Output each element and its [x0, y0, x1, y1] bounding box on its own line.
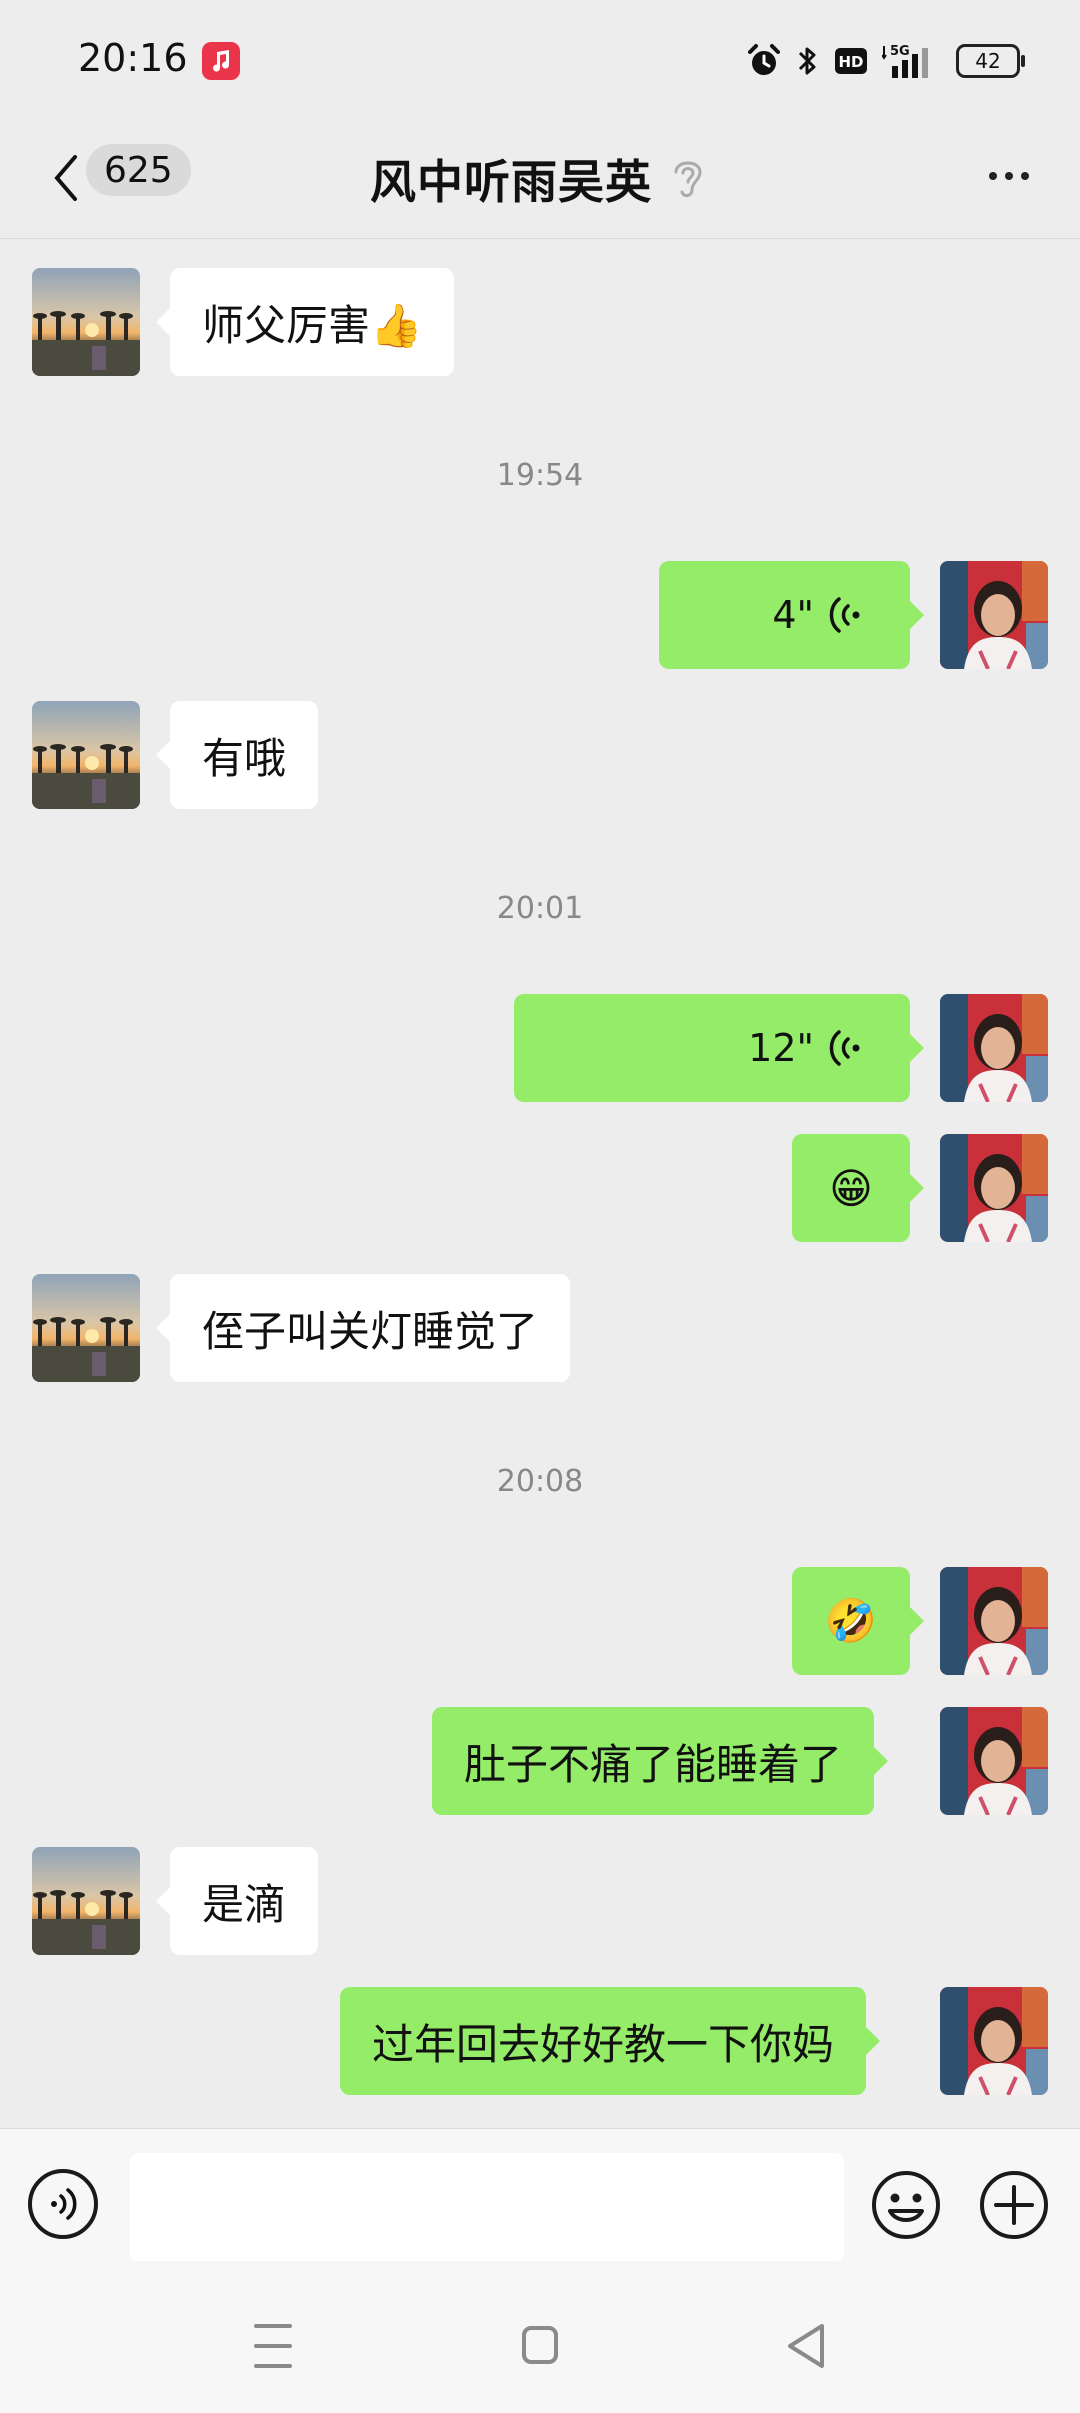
- hd-icon: HD: [835, 48, 867, 74]
- outgoing-message[interactable]: 过年回去好好教一下你妈: [340, 1987, 881, 2095]
- music-app-icon: [202, 42, 240, 80]
- incoming-message[interactable]: 侄子叫关灯睡觉了: [155, 1274, 571, 1382]
- emoji-button[interactable]: [870, 2169, 942, 2241]
- ear-icon: [674, 161, 702, 198]
- message-text: 侄子叫关灯睡觉了: [202, 1306, 539, 1356]
- laughing-crying-emoji-icon: 🤣: [824, 1596, 878, 1645]
- outgoing-voice-message[interactable]: 4": [659, 561, 924, 669]
- voice-duration: 12": [748, 1026, 814, 1070]
- home-icon[interactable]: [522, 2326, 558, 2364]
- more-options-button[interactable]: [974, 148, 1044, 204]
- my-avatar[interactable]: [940, 1707, 1048, 1815]
- message-text: 师父厉害👍: [202, 300, 423, 350]
- bluetooth-icon: [798, 47, 816, 75]
- incoming-message[interactable]: 师父厉害👍: [155, 268, 455, 376]
- menu-icon[interactable]: [254, 2324, 292, 2368]
- incoming-message[interactable]: 有哦: [155, 701, 319, 809]
- voice-wave-icon: [829, 1030, 860, 1066]
- outgoing-voice-message[interactable]: 12": [514, 994, 924, 1102]
- message-text: 过年回去好好教一下你妈: [372, 2019, 835, 2069]
- alarm-icon: [748, 44, 780, 75]
- chevron-left-icon: [54, 155, 77, 201]
- message-text: 是滴: [202, 1879, 287, 1929]
- incoming-message[interactable]: 是滴: [155, 1847, 319, 1955]
- timestamp: 20:08: [496, 1464, 584, 1499]
- timestamp: 20:01: [496, 891, 584, 926]
- outgoing-emoji-message[interactable]: 😁: [792, 1134, 924, 1242]
- status-time: 20:16: [78, 36, 188, 80]
- battery-level: 42: [975, 49, 1001, 73]
- grinning-emoji-icon: 😁: [829, 1163, 873, 1213]
- my-avatar[interactable]: [940, 1987, 1048, 2095]
- system-navigation-bar: [254, 2324, 824, 2368]
- chat-title: 风中听雨吴英: [370, 155, 652, 209]
- 5g-signal-icon: 5G: [882, 44, 928, 78]
- svg-text:HD: HD: [838, 53, 863, 71]
- my-avatar[interactable]: [940, 561, 1048, 669]
- voice-wave-icon: [829, 597, 860, 633]
- voice-duration: 4": [772, 593, 814, 637]
- outgoing-message[interactable]: 肚子不痛了能睡着了: [432, 1707, 889, 1815]
- message-input[interactable]: [130, 2153, 844, 2261]
- voice-wave-icon: [51, 2188, 77, 2220]
- voice-input-button[interactable]: [28, 2169, 98, 2239]
- back-nav-icon[interactable]: [788, 2324, 824, 2368]
- status-bar: 20:16 HD 5G 42: [0, 0, 1080, 120]
- message-text: 肚子不痛了能睡着了: [464, 1739, 843, 1789]
- contact-avatar[interactable]: [32, 1847, 140, 1955]
- contact-avatar[interactable]: [32, 268, 140, 376]
- my-avatar[interactable]: [940, 994, 1048, 1102]
- message-text: 有哦: [202, 733, 287, 783]
- my-avatar[interactable]: [940, 1567, 1048, 1675]
- contact-avatar[interactable]: [32, 1274, 140, 1382]
- timestamp: 19:54: [496, 458, 584, 493]
- my-avatar[interactable]: [940, 1134, 1048, 1242]
- contact-avatar[interactable]: [32, 701, 140, 809]
- svg-text:5G: 5G: [890, 44, 910, 59]
- unread-count-badge[interactable]: 625: [86, 144, 191, 196]
- status-icons: HD 5G 42: [746, 36, 1025, 86]
- plus-button[interactable]: [978, 2169, 1050, 2241]
- chat-header: 625 风中听雨吴英: [0, 120, 1080, 239]
- battery-icon: 42: [956, 44, 1025, 78]
- outgoing-emoji-message[interactable]: 🤣: [792, 1567, 924, 1675]
